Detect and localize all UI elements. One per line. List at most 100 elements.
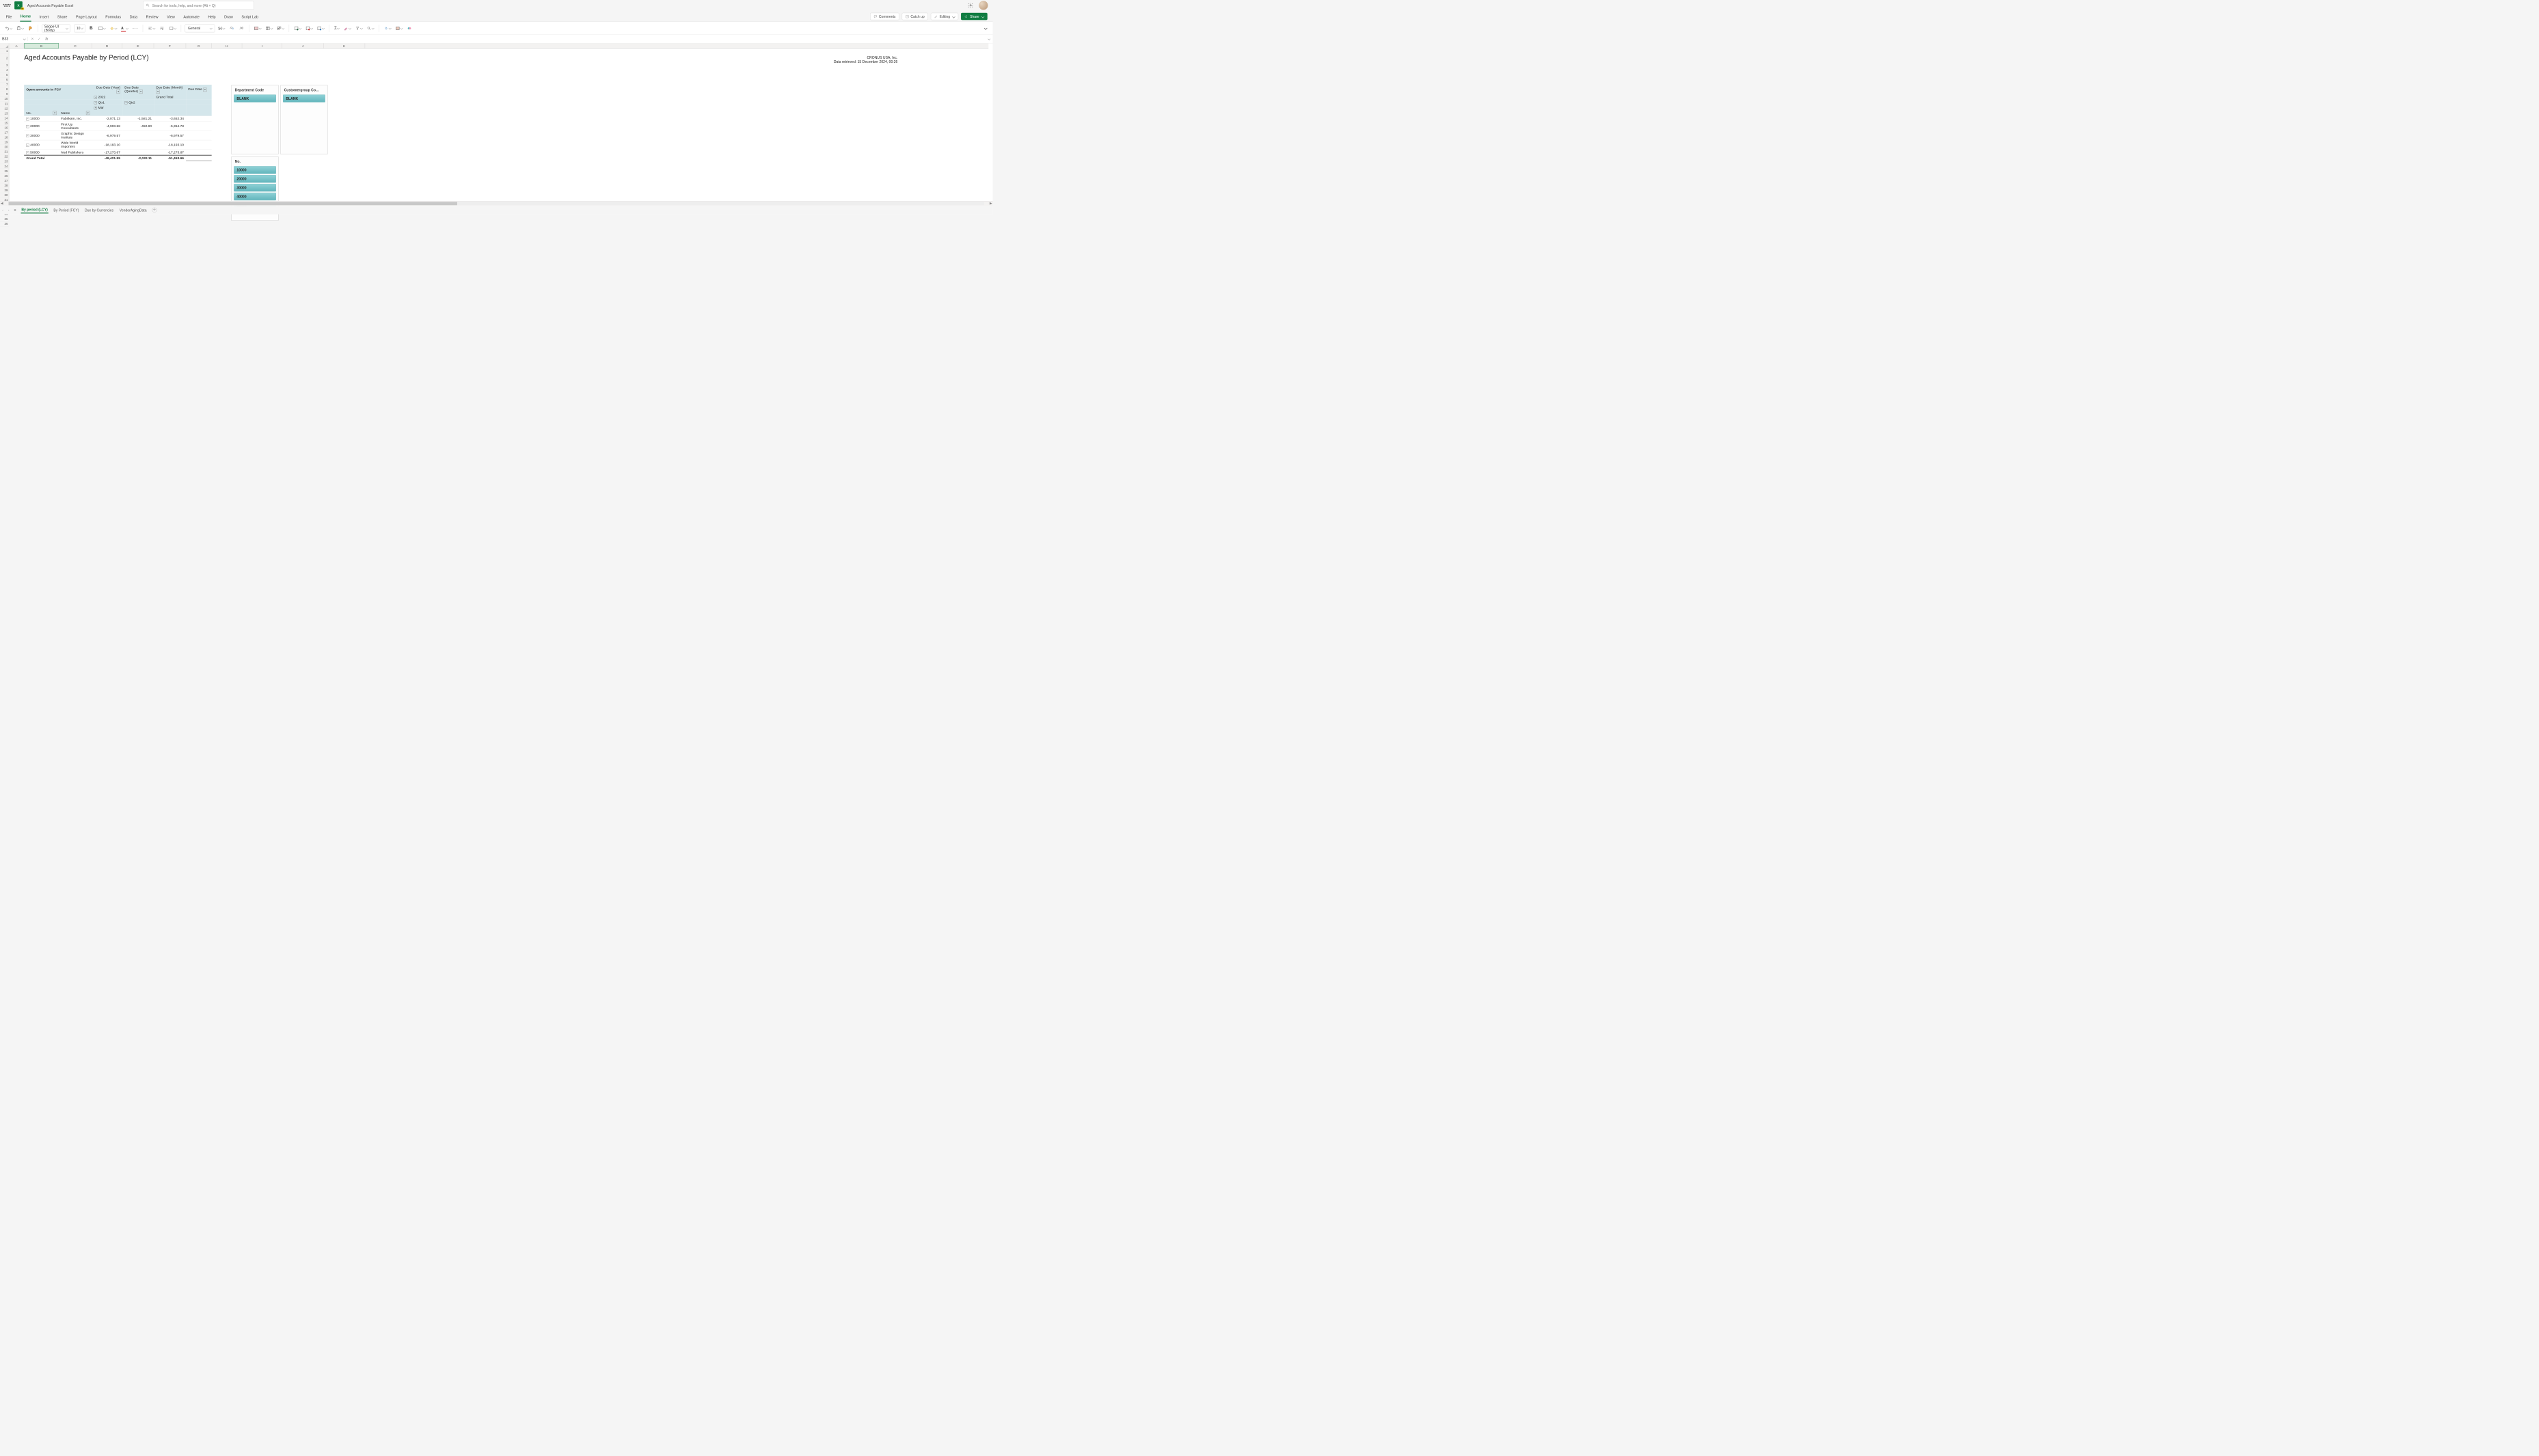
document-title[interactable]: Aged Accounts Payable Excel bbox=[27, 3, 74, 8]
slicer-item[interactable]: BLANK bbox=[283, 94, 325, 102]
filter-button[interactable] bbox=[116, 90, 120, 93]
ribbon-overflow-button[interactable] bbox=[984, 27, 988, 30]
tab-automate[interactable]: Automate bbox=[183, 12, 200, 22]
add-sheet-button[interactable]: ＋ bbox=[152, 208, 157, 212]
table-row[interactable]: −20000First Up Consultants-4,903.88-450.… bbox=[24, 122, 211, 131]
column-header-A[interactable]: A bbox=[9, 43, 24, 48]
catchup-button[interactable]: Catch up bbox=[901, 13, 927, 20]
row-header-9[interactable]: 9 bbox=[0, 92, 9, 97]
tab-nav-prev[interactable]: ‹ bbox=[2, 208, 3, 212]
comments-button[interactable]: Comments bbox=[870, 13, 899, 20]
slicer-department[interactable]: Department Code BLANK bbox=[232, 85, 279, 154]
filter-button[interactable] bbox=[203, 88, 206, 92]
wrap-text-button[interactable] bbox=[159, 24, 166, 33]
gear-icon[interactable] bbox=[968, 3, 974, 9]
tab-formulas[interactable]: Formulas bbox=[105, 12, 121, 22]
increase-decimal-button[interactable]: .00 bbox=[228, 24, 236, 33]
formula-bar-expand-icon[interactable] bbox=[988, 38, 990, 40]
row-header-29[interactable]: 29 bbox=[0, 188, 9, 193]
accounting-format-button[interactable]: $€ bbox=[217, 24, 226, 33]
row-header-4[interactable]: 4 bbox=[0, 68, 9, 72]
slicer-item[interactable]: 40000 bbox=[234, 193, 276, 200]
filter-button[interactable] bbox=[139, 90, 142, 93]
row-header-26[interactable]: 26 bbox=[0, 174, 9, 178]
row-header-7[interactable]: 7 bbox=[0, 82, 9, 87]
sheet-tab[interactable]: By Period (FCY) bbox=[53, 207, 80, 213]
tab-nav-next[interactable]: › bbox=[8, 208, 10, 212]
expand-icon[interactable]: + bbox=[94, 107, 97, 109]
app-launcher[interactable] bbox=[3, 1, 11, 9]
slicer-customergroup[interactable]: Customergroup Co... BLANK bbox=[281, 85, 328, 154]
row-header-15[interactable]: 15 bbox=[0, 121, 9, 126]
decrease-decimal-button[interactable]: .00 bbox=[238, 24, 245, 33]
row-header-14[interactable]: 14 bbox=[0, 116, 9, 121]
column-headers[interactable]: A B C D E F G H I J K bbox=[9, 43, 988, 49]
column-header-F[interactable]: F bbox=[154, 43, 186, 48]
row-header-1[interactable]: 1 bbox=[0, 49, 9, 53]
filter-button[interactable] bbox=[156, 90, 159, 93]
row-header-30[interactable]: 30 bbox=[0, 193, 9, 197]
fill-color-button[interactable] bbox=[109, 24, 118, 33]
formula-input[interactable] bbox=[48, 37, 986, 41]
borders-button[interactable] bbox=[97, 24, 107, 33]
collapse-icon[interactable]: − bbox=[26, 151, 29, 154]
format-cells-button[interactable] bbox=[316, 24, 325, 33]
cancel-formula-icon[interactable]: ✕ bbox=[31, 37, 33, 41]
tab-data[interactable]: Data bbox=[129, 12, 138, 22]
tab-scriptlab[interactable]: Script Lab bbox=[241, 12, 259, 22]
column-header-H[interactable]: H bbox=[212, 43, 243, 48]
tab-share[interactable]: Share bbox=[57, 12, 68, 22]
scroll-left-icon[interactable]: ◄ bbox=[0, 202, 3, 205]
delete-cells-button[interactable] bbox=[304, 24, 314, 33]
tab-home[interactable]: Home bbox=[20, 11, 31, 21]
row-header-24[interactable]: 24 bbox=[0, 164, 9, 169]
tab-insert[interactable]: Insert bbox=[39, 12, 49, 22]
row-header-11[interactable]: 11 bbox=[0, 102, 9, 107]
table-row[interactable]: −40000Wide World Importers-18,193.10-18,… bbox=[24, 140, 211, 150]
horizontal-scrollbar[interactable]: ◄ ► bbox=[0, 201, 993, 206]
spreadsheet-grid[interactable]: A B C D E F G H I J K 123456789101112131… bbox=[0, 43, 993, 214]
column-header-J[interactable]: J bbox=[282, 43, 324, 48]
column-header-D[interactable]: D bbox=[92, 43, 123, 48]
sort-filter-button[interactable] bbox=[354, 24, 364, 33]
merge-button[interactable] bbox=[168, 24, 178, 33]
sheet-tab[interactable]: VendorAgingData bbox=[119, 207, 147, 213]
align-button[interactable] bbox=[147, 24, 157, 33]
font-color-button[interactable]: A bbox=[120, 24, 129, 33]
row-header-23[interactable]: 23 bbox=[0, 159, 9, 164]
column-header-I[interactable]: I bbox=[242, 43, 282, 48]
row-header-28[interactable]: 28 bbox=[0, 183, 9, 188]
column-header-G[interactable]: G bbox=[186, 43, 212, 48]
collapse-icon[interactable]: − bbox=[26, 143, 29, 146]
row-header-8[interactable]: 8 bbox=[0, 87, 9, 92]
row-header-18[interactable]: 18 bbox=[0, 135, 9, 140]
row-header-22[interactable]: 22 bbox=[0, 154, 9, 159]
avatar[interactable] bbox=[979, 1, 988, 10]
row-header-25[interactable]: 25 bbox=[0, 169, 9, 174]
confirm-formula-icon[interactable]: ✓ bbox=[38, 37, 40, 41]
find-select-button[interactable] bbox=[366, 24, 375, 33]
format-painter-button[interactable] bbox=[27, 24, 34, 33]
collapse-icon[interactable]: − bbox=[94, 101, 97, 104]
table-row[interactable]: −50000Nod Publishers-17,273.87-17,273.87 bbox=[24, 150, 211, 155]
bold-button[interactable]: B bbox=[87, 24, 95, 33]
select-all-button[interactable] bbox=[0, 43, 9, 49]
name-box[interactable]: B33 bbox=[0, 37, 28, 41]
row-header-19[interactable]: 19 bbox=[0, 140, 9, 145]
row-header-3[interactable]: 3 bbox=[0, 63, 9, 68]
undo-button[interactable] bbox=[3, 24, 13, 33]
row-header-6[interactable]: 6 bbox=[0, 77, 9, 82]
cell-styles-button[interactable] bbox=[275, 24, 285, 33]
font-family-select[interactable]: Segoe UI (Body) bbox=[42, 24, 70, 32]
column-header-E[interactable]: E bbox=[122, 43, 154, 48]
editing-mode-button[interactable]: Editing bbox=[931, 13, 959, 20]
conditional-formatting-button[interactable] bbox=[253, 24, 262, 33]
clear-button[interactable] bbox=[342, 24, 352, 33]
collapse-icon[interactable]: − bbox=[26, 118, 29, 120]
search-box[interactable]: Search for tools, help, and more (Alt + … bbox=[143, 1, 254, 10]
expand-icon[interactable]: + bbox=[124, 101, 127, 104]
row-header-20[interactable]: 20 bbox=[0, 145, 9, 150]
tab-pagelayout[interactable]: Page Layout bbox=[75, 12, 97, 22]
row-header-12[interactable]: 12 bbox=[0, 107, 9, 111]
sheet-tab[interactable]: Due by Currencies bbox=[84, 207, 114, 213]
